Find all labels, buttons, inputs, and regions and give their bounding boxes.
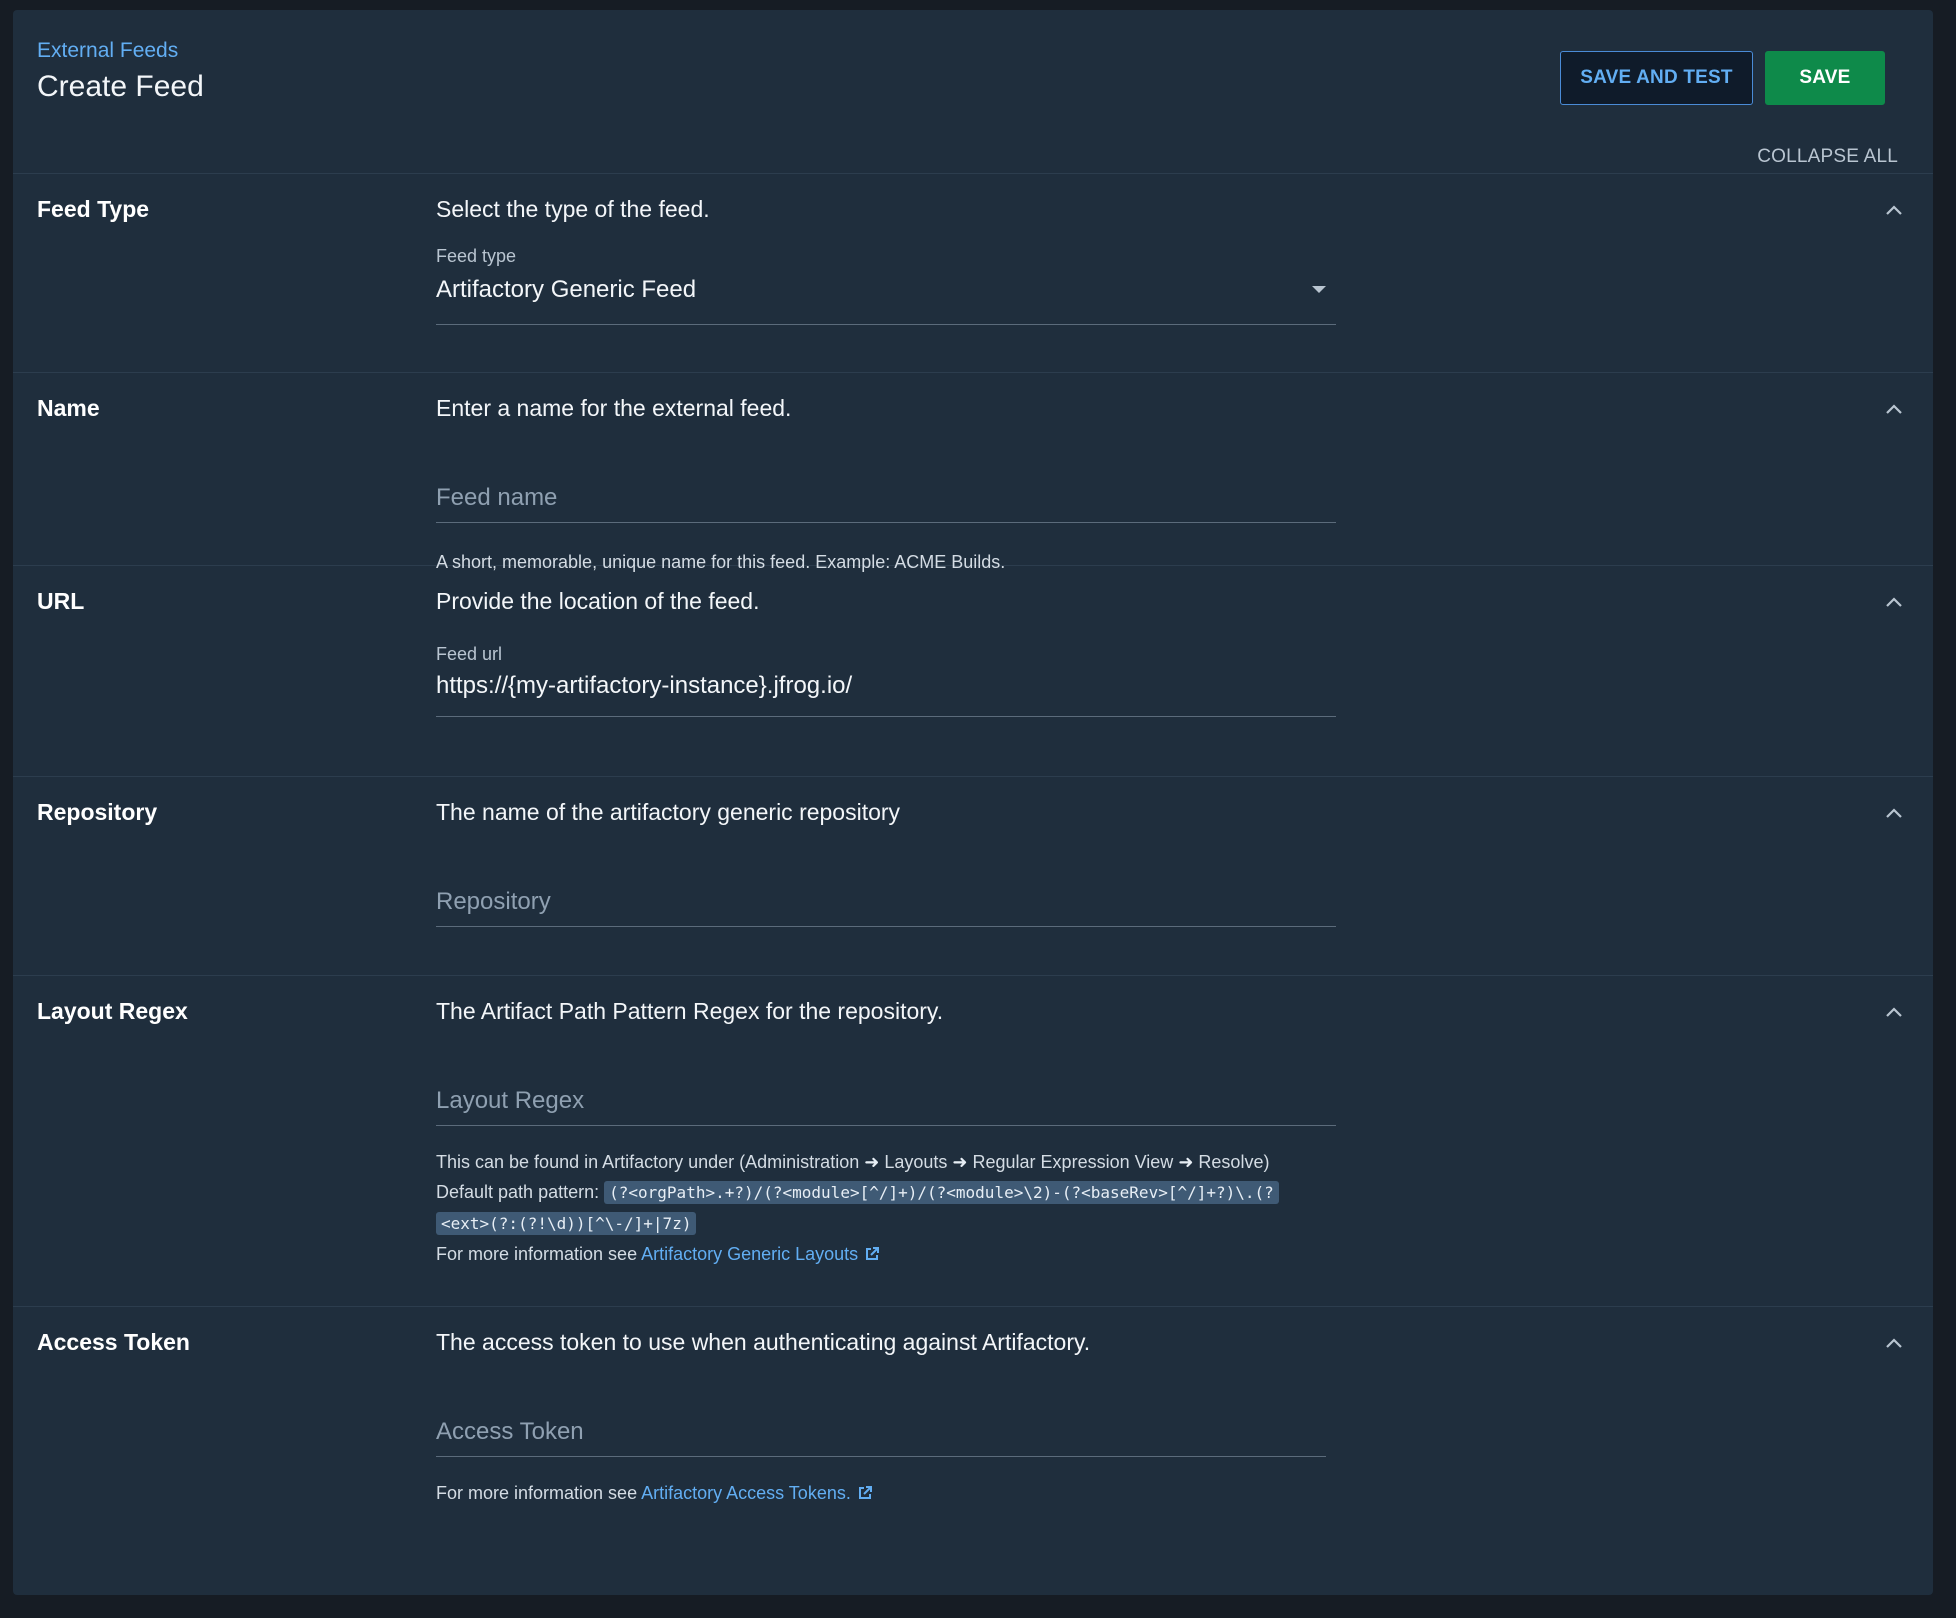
section-description: Select the type of the feed.	[436, 196, 710, 222]
feed-type-select[interactable]: Feed type Artifactory Generic Feed	[436, 246, 1336, 325]
external-link-icon[interactable]	[857, 1485, 873, 1501]
link-text: Artifactory Generic Layouts	[641, 1244, 859, 1264]
chevron-up-icon[interactable]	[1883, 1333, 1905, 1355]
chevron-up-icon[interactable]	[1883, 1002, 1905, 1024]
collapse-all-button[interactable]: COLLAPSE ALL	[1757, 146, 1898, 168]
repository-input[interactable]	[436, 885, 1336, 919]
help-line-default-pattern-cont: <ext>(?:(?!\d))[^\-/]+|7z)	[436, 1208, 1336, 1239]
help-text: This can be found in Artifactory under (…	[436, 1152, 860, 1172]
create-feed-panel: External Feeds Create Feed SAVE AND TEST…	[13, 10, 1933, 1595]
feed-name-field	[436, 481, 1336, 523]
artifactory-access-tokens-link[interactable]: Artifactory Access Tokens.	[641, 1483, 873, 1503]
section-title: Name	[37, 395, 100, 421]
arrow-icon: ➜	[1178, 1152, 1194, 1172]
section-layout-regex: Layout Regex The Artifact Path Pattern R…	[13, 976, 1933, 1307]
section-description: Provide the location of the feed.	[436, 588, 760, 614]
section-url: URL Provide the location of the feed. Fe…	[13, 566, 1933, 777]
chevron-up-icon[interactable]	[1883, 200, 1905, 222]
help-text: For more information see	[436, 1244, 638, 1264]
help-text: Resolve)	[1198, 1152, 1270, 1172]
section-title: Feed Type	[37, 196, 150, 222]
feed-name-input[interactable]	[436, 481, 1336, 515]
chevron-up-icon[interactable]	[1883, 592, 1905, 614]
access-token-help: For more information see Artifactory Acc…	[436, 1478, 873, 1508]
arrow-icon: ➜	[952, 1152, 968, 1172]
access-token-field	[436, 1415, 1326, 1457]
feed-url-field[interactable]: Feed url https://{my-artifactory-instanc…	[436, 644, 1336, 717]
help-line-more-info: For more information see Artifactory Gen…	[436, 1239, 1336, 1269]
layout-regex-input[interactable]	[436, 1084, 1336, 1118]
save-button[interactable]: SAVE	[1765, 51, 1885, 105]
feed-url-label: Feed url	[436, 644, 503, 664]
section-description: The access token to use when authenticat…	[436, 1329, 1091, 1355]
default-pattern-code: <ext>(?:(?!\d))[^\-/]+|7z)	[436, 1212, 697, 1235]
help-line-location: This can be found in Artifactory under (…	[436, 1147, 1336, 1177]
section-feed-type: Feed Type Select the type of the feed. F…	[13, 174, 1933, 373]
help-text: Layouts	[884, 1152, 948, 1172]
help-text: For more information see	[436, 1483, 638, 1503]
section-name: Name Enter a name for the external feed.…	[13, 373, 1933, 572]
feed-type-value: Artifactory Generic Feed	[436, 276, 697, 303]
layout-regex-help: This can be found in Artifactory under (…	[436, 1147, 1336, 1269]
section-description: The name of the artifactory generic repo…	[436, 799, 901, 825]
repository-field	[436, 885, 1336, 927]
feed-type-label: Feed type	[436, 246, 517, 266]
section-title: Access Token	[37, 1329, 190, 1355]
section-title: Repository	[37, 799, 158, 825]
section-description: The Artifact Path Pattern Regex for the …	[436, 998, 944, 1024]
link-text: Artifactory Access Tokens.	[641, 1483, 851, 1503]
section-repository: Repository The name of the artifactory g…	[13, 777, 1933, 976]
external-link-icon[interactable]	[864, 1246, 880, 1262]
arrow-icon: ➜	[864, 1152, 880, 1172]
chevron-up-icon[interactable]	[1883, 803, 1905, 825]
help-text: Regular Expression View	[972, 1152, 1174, 1172]
page-title: Create Feed	[37, 70, 204, 103]
help-text: Default path pattern:	[436, 1182, 600, 1202]
feed-url-value[interactable]: https://{my-artifactory-instance}.jfrog.…	[436, 672, 852, 700]
artifactory-generic-layouts-link[interactable]: Artifactory Generic Layouts	[641, 1244, 880, 1264]
default-pattern-code: (?<orgPath>.+?)/(?<module>[^/]+)/(?<modu…	[604, 1181, 1279, 1204]
section-title: Layout Regex	[37, 998, 188, 1024]
section-access-token: Access Token The access token to use whe…	[13, 1307, 1933, 1547]
access-token-input[interactable]	[436, 1415, 1326, 1449]
save-and-test-button[interactable]: SAVE AND TEST	[1560, 51, 1753, 105]
breadcrumb-external-feeds[interactable]: External Feeds	[37, 39, 178, 63]
caret-down-icon[interactable]	[1312, 286, 1326, 293]
page-header: External Feeds Create Feed SAVE AND TEST…	[13, 10, 1933, 174]
help-line-default-pattern: Default path pattern: (?<orgPath>.+?)/(?…	[436, 1177, 1336, 1208]
chevron-up-icon[interactable]	[1883, 399, 1905, 421]
layout-regex-field	[436, 1084, 1336, 1126]
section-description: Enter a name for the external feed.	[436, 395, 792, 421]
section-title: URL	[37, 588, 85, 614]
